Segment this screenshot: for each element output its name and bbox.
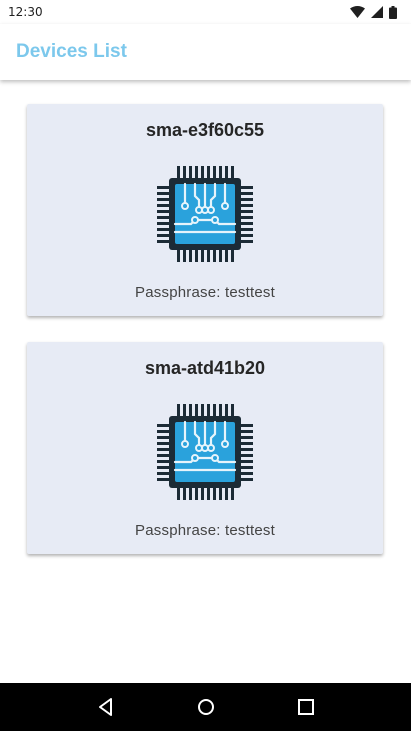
device-card[interactable]: sma-atd41b20 Passphrase: testtest <box>27 342 383 554</box>
page-title: Devices List <box>16 41 127 62</box>
device-name: sma-atd41b20 <box>144 358 266 378</box>
device-name: sma-e3f60c55 <box>145 120 265 140</box>
status-bar: 12:30 <box>0 0 411 24</box>
status-time: 12:30 <box>8 5 43 19</box>
device-list: sma-e3f60c55 Passphrase: testtest sma-at… <box>0 80 411 683</box>
status-icons <box>350 5 397 19</box>
recent-apps-icon[interactable] <box>294 695 318 719</box>
device-card[interactable]: sma-e3f60c55 Passphrase: testtest <box>27 104 383 316</box>
signal-icon <box>371 6 383 18</box>
back-icon[interactable] <box>94 695 118 719</box>
home-icon[interactable] <box>194 695 218 719</box>
wifi-icon <box>350 6 365 18</box>
navigation-bar <box>0 683 411 731</box>
app-bar: Devices List <box>0 24 411 80</box>
chip-icon <box>155 164 255 264</box>
device-passphrase: Passphrase: testtest <box>135 284 275 301</box>
chip-icon <box>155 402 255 502</box>
device-passphrase: Passphrase: testtest <box>135 522 275 539</box>
battery-icon <box>389 5 397 19</box>
